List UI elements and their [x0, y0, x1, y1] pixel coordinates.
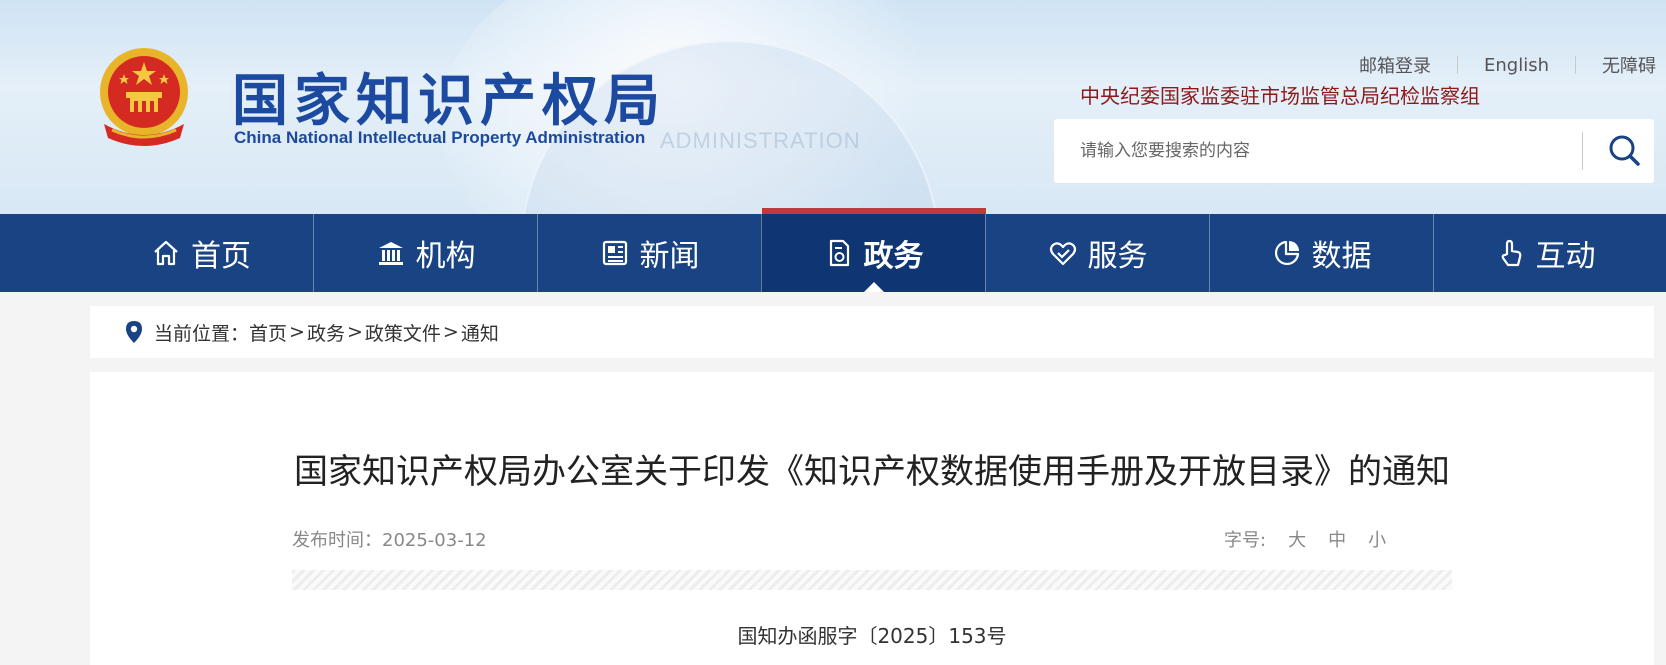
- background-watermark-text: ADMINISTRATION: [660, 128, 861, 153]
- search-box: [1054, 119, 1654, 183]
- institution-icon: [376, 238, 406, 268]
- publish-date: 发布时间：2025-03-12: [292, 526, 487, 552]
- service-icon: [1048, 238, 1078, 268]
- nav-item-institution[interactable]: 机构: [313, 214, 537, 292]
- font-size-large-button[interactable]: 大: [1288, 526, 1306, 552]
- divider: [1575, 56, 1576, 74]
- national-emblem-icon: [100, 48, 188, 146]
- nav-item-data[interactable]: 数据: [1209, 214, 1433, 292]
- search-input[interactable]: [1080, 119, 1600, 183]
- publish-date-label: 发布时间：: [292, 530, 382, 551]
- main-nav: 首页 机构 新闻 政务 服务 数据 互动: [0, 208, 1666, 292]
- search-icon: [1609, 135, 1640, 166]
- font-size-label: 字号:: [1224, 530, 1267, 551]
- breadcrumb-separator: >: [289, 321, 305, 343]
- english-link[interactable]: English: [1484, 55, 1549, 76]
- nav-item-news[interactable]: 新闻: [537, 214, 761, 292]
- nav-item-label: 机构: [415, 239, 476, 274]
- document-number: 国知办函服字〔2025〕153号: [737, 624, 1007, 648]
- article-title: 国家知识产权局办公室关于印发《知识产权数据使用手册及开放目录》的通知: [294, 452, 1450, 492]
- pie-chart-icon: [1272, 238, 1302, 268]
- news-icon: [600, 238, 630, 268]
- accessibility-link[interactable]: 无障碍: [1602, 52, 1656, 78]
- breadcrumb-home[interactable]: 首页: [249, 319, 287, 346]
- discipline-inspection-link[interactable]: 中央纪委国家监委驻市场监管总局纪检监察组: [1080, 80, 1480, 109]
- nav-item-service[interactable]: 服务: [985, 214, 1209, 292]
- nav-item-home[interactable]: 首页: [89, 214, 313, 292]
- font-size-medium-button[interactable]: 中: [1328, 526, 1346, 552]
- nav-item-label: 新闻: [639, 239, 700, 274]
- breadcrumb-separator: >: [346, 321, 363, 343]
- government-affairs-icon: [824, 238, 854, 268]
- nav-item-government-affairs[interactable]: 政务: [761, 208, 986, 292]
- breadcrumb-prefix: 当前位置：: [154, 322, 250, 345]
- nav-item-label: 首页: [191, 239, 251, 274]
- divider: [1457, 56, 1458, 74]
- font-size-control: 字号: 大 中 小: [1224, 526, 1386, 552]
- site-header: ADMINISTRATION 国家知识产权局 China National In…: [0, 0, 1666, 214]
- breadcrumb-separator: >: [442, 321, 459, 343]
- decorative-divider: [292, 570, 1452, 590]
- nav-item-label: 服务: [1087, 239, 1148, 274]
- site-logo-english[interactable]: China National Intellectual Property Adm…: [234, 128, 645, 148]
- interaction-icon: [1496, 238, 1526, 268]
- divider: [1582, 132, 1583, 170]
- article-container: 国家知识产权局办公室关于印发《知识产权数据使用手册及开放目录》的通知 发布时间：…: [90, 372, 1654, 665]
- breadcrumb-notice[interactable]: 通知: [461, 319, 499, 346]
- site-logo-chinese[interactable]: 国家知识产权局: [232, 56, 666, 137]
- breadcrumb-policy-documents[interactable]: 政策文件: [365, 319, 441, 346]
- home-icon: [151, 238, 181, 268]
- breadcrumb-government-affairs[interactable]: 政务: [307, 319, 345, 346]
- nav-item-interaction[interactable]: 互动: [1433, 214, 1657, 292]
- font-size-small-button[interactable]: 小: [1368, 526, 1386, 552]
- mail-login-link[interactable]: 邮箱登录: [1359, 52, 1431, 78]
- nav-item-label: 政务: [863, 239, 924, 274]
- nav-item-label: 数据: [1311, 239, 1372, 274]
- publish-date-value: 2025-03-12: [382, 530, 487, 551]
- search-button[interactable]: [1594, 119, 1654, 183]
- location-pin-icon: [124, 320, 144, 344]
- nav-item-label: 互动: [1535, 239, 1596, 274]
- breadcrumb: 当前位置： 首页 > 政务 > 政策文件 > 通知: [90, 306, 1654, 358]
- top-links: 邮箱登录 English 无障碍: [1359, 52, 1656, 78]
